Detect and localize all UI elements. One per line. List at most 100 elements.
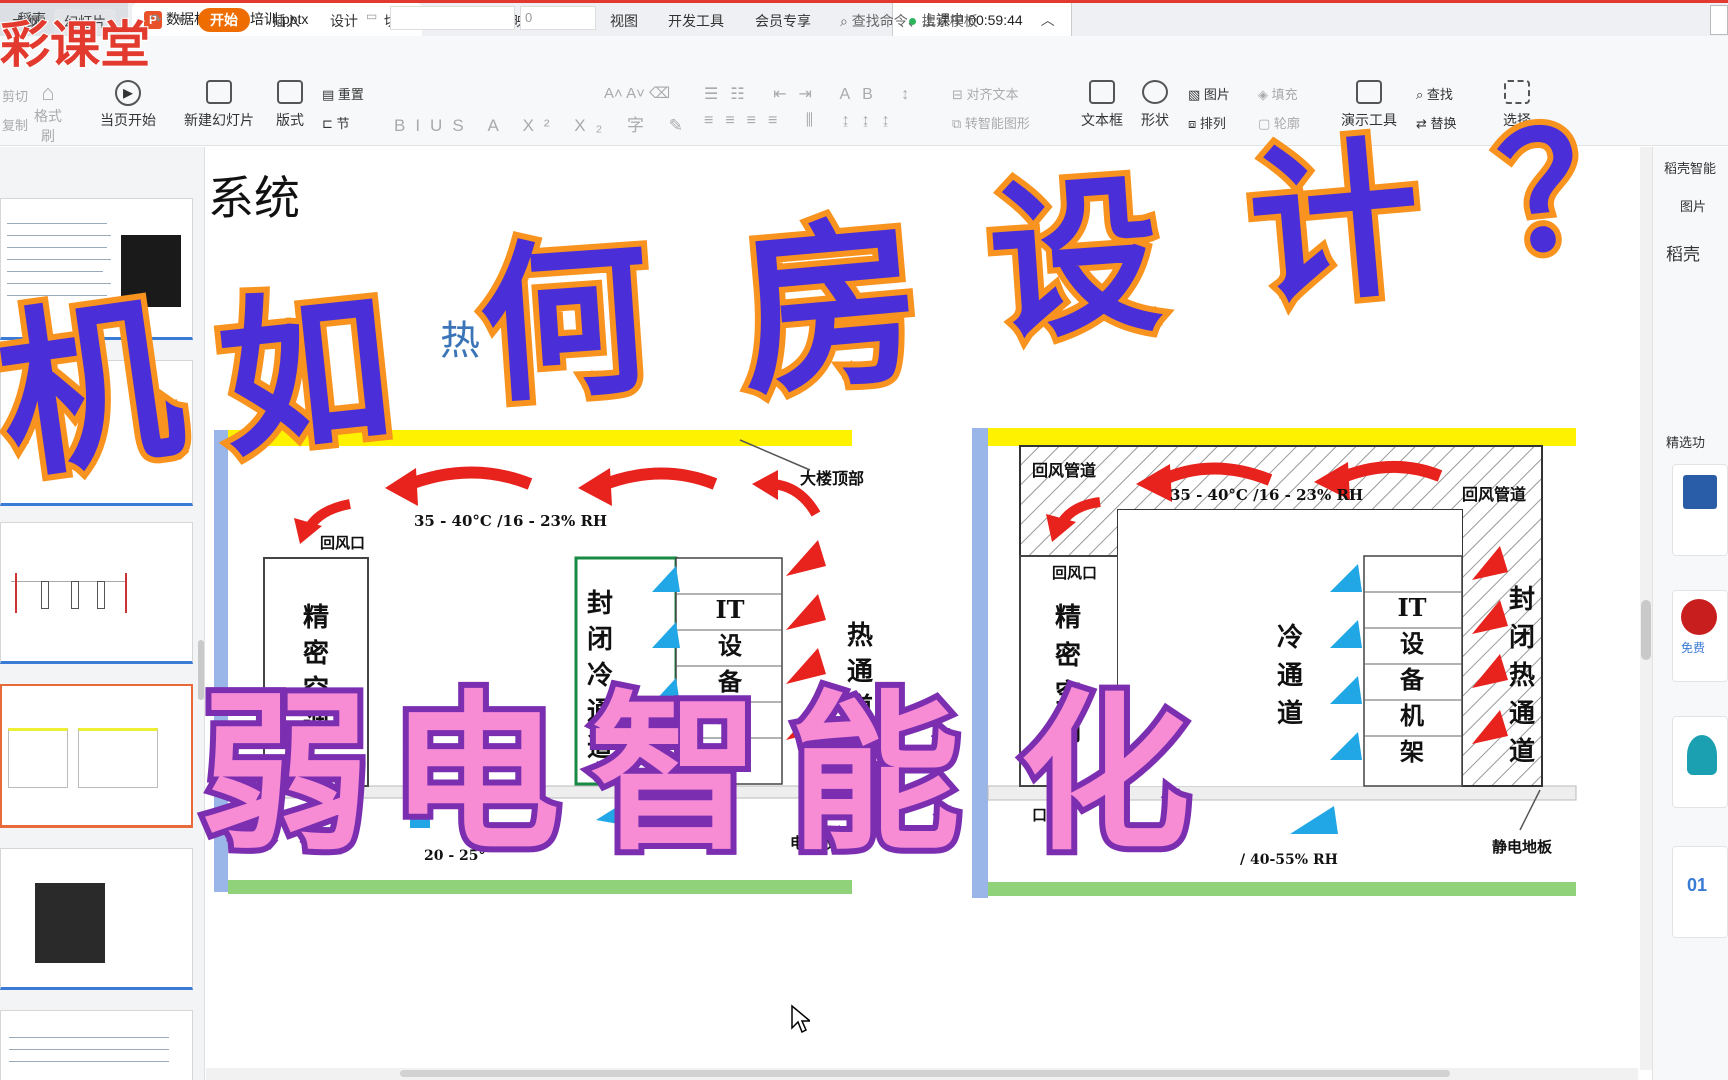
copy-button[interactable]: 复制 [2,115,28,134]
arrange-label: 排列 [1199,116,1226,131]
red-arrow [752,470,778,500]
diagram-char: 闭 [1509,623,1535,653]
text-style-icons[interactable]: BIUS A X² X₂ 字 ✎ [394,111,693,136]
layout-icon [277,80,303,104]
paragraph-align-icons[interactable]: ≡≡≡≡ ⫼ ↨↨↨ [704,112,902,130]
subline-char: 电 [384,676,566,874]
menu-bar [0,36,1728,74]
right-it-vertical-text: IT 设备机架 [1397,593,1426,766]
canvas-hscroll-thumb[interactable] [400,1070,1450,1077]
find-button[interactable]: ⌕ 查找 [1416,84,1453,103]
reset-label: 重置 [337,87,364,102]
diagram-char: 冷 [1277,622,1303,653]
slide-thumbnail[interactable] [0,522,193,664]
right-ceiling-bar [988,428,1576,446]
diagram-char: 封 [587,589,613,619]
picture-button[interactable]: ▧ 图片 [1188,84,1230,103]
picture-tab[interactable]: 图片 [1680,196,1706,215]
red-arrow [385,468,418,506]
left-temp-label: 35 - 40°C /16 - 23% RH [414,512,607,530]
diagram-char: 精 [1055,603,1081,633]
right-temp-label: 35 - 40°C /16 - 23% RH [1170,486,1363,504]
left-return-port: 回风口 [320,534,365,552]
right-return-port: 回风口 [1052,564,1097,582]
right-wall [972,428,988,898]
layout-button[interactable]: 版式 [270,80,310,130]
font-name-select[interactable] [390,6,515,30]
diagram-char: 通 [1509,699,1535,729]
docer-smart-label[interactable]: 稻壳智能 [1664,158,1716,177]
format-painter-button[interactable]: ⌂ 格式刷 [28,80,68,146]
align-text-label: 对齐文本 [966,87,1019,102]
diagram-char: 备 [1399,665,1425,694]
diagram-char: 密 [303,638,329,669]
canvas-scroll-thumb[interactable] [1641,600,1651,660]
diagram-char: 设 [718,631,742,660]
subline-char: 能 [784,676,966,874]
card-number: 01 [1687,875,1708,895]
list-icons[interactable]: ☰☷ ⇤⇥ AB ↕ [704,84,921,104]
new-slide-label: 新建幻灯片 [184,112,254,128]
right-return-duct-left: 回风管道 [1032,461,1096,480]
menu-7[interactable]: 视图 [610,11,638,31]
play-from-current-button[interactable]: ▸ 当页开始 [92,80,164,130]
diagram-char: IT [1397,593,1426,622]
textbox-button[interactable]: 文本框 [1076,80,1128,130]
textbox-label: 文本框 [1081,112,1123,128]
replace-button[interactable]: ⇄ 替换 [1416,113,1457,132]
menu-2[interactable]: 设计 [330,11,358,31]
collapse-chevron-icon[interactable]: ︿ [1041,12,1055,28]
featured-label: 精选功 [1666,435,1706,450]
slide-thumbnail[interactable] [0,1010,193,1080]
headline-char: 何 [467,212,662,433]
font-grow-shrink-icons[interactable]: A˄ A˅ ⌫ [604,84,670,102]
play-icon: ▸ [115,80,141,106]
datacenter-aisle-photo [35,883,105,963]
shape-label: 形状 [1141,112,1169,128]
textbox-icon [1089,80,1115,104]
template-card[interactable] [1672,464,1728,556]
headline-char: 如 [204,262,406,489]
tab-pin-icon[interactable]: ▭ [366,9,377,23]
template-card[interactable] [1672,716,1728,808]
free-badge: 免费 [1681,641,1706,655]
arrange-button[interactable]: ⧈ 排列 [1188,113,1226,132]
fill-button[interactable]: ◈ 填充 [1258,84,1298,103]
present-tool-icon [1356,80,1382,104]
diagram-char: 道 [1277,698,1303,729]
docer-heading: 稻壳 [1666,245,1700,264]
menu-1[interactable]: 插入 [272,11,300,31]
shape-button[interactable]: 形状 [1134,80,1176,130]
diagram-char: IT [715,595,744,624]
brush-icon: ⌂ [41,80,55,105]
diagram-char: 道 [1509,736,1535,767]
command-search[interactable]: ⌕ 查找命令、搜索模板 [840,11,978,31]
slide-thumbnail-current[interactable] [0,684,193,828]
align-text-button[interactable]: ⊟ 对齐文本 [952,84,1019,103]
slide-thumbnail[interactable] [0,848,193,990]
section-button[interactable]: ⊏ 节 [322,113,350,132]
format-painter-label: 格式刷 [34,108,62,144]
more-chevron-icon[interactable]: ▾ [177,11,184,28]
layout-label: 版式 [276,112,304,128]
redo-icon[interactable]: ↷ [150,11,162,28]
template-card[interactable]: 01 [1672,846,1728,938]
diagram-char: 密 [1055,640,1081,671]
window-control[interactable] [1710,5,1728,35]
new-slide-button[interactable]: 新建幻灯片 [178,80,260,130]
cut-button[interactable]: 剪切 [2,86,28,105]
replace-label: 替换 [1430,116,1457,131]
template-card[interactable]: 免费 [1672,590,1728,682]
right-return-duct-right: 回风管道 [1462,485,1526,504]
menu-9[interactable]: 会员专享 [755,11,811,31]
right-hot-vertical-text: 封闭热通道 [1509,585,1535,767]
right-cold-vertical-text: 冷通道 [1277,622,1303,729]
menu-0[interactable]: 开始 [198,8,250,32]
play-label: 当页开始 [100,112,156,128]
font-size-select[interactable]: 0 [520,6,596,30]
menu-8[interactable]: 开发工具 [668,11,724,31]
smart-shape-button[interactable]: ⧉ 转智能图形 [952,113,1030,132]
headline-char: 设 [977,150,1172,371]
reset-button[interactable]: ▤ 重置 [322,84,364,103]
right-static-floor: 静电地板 [1492,838,1553,856]
